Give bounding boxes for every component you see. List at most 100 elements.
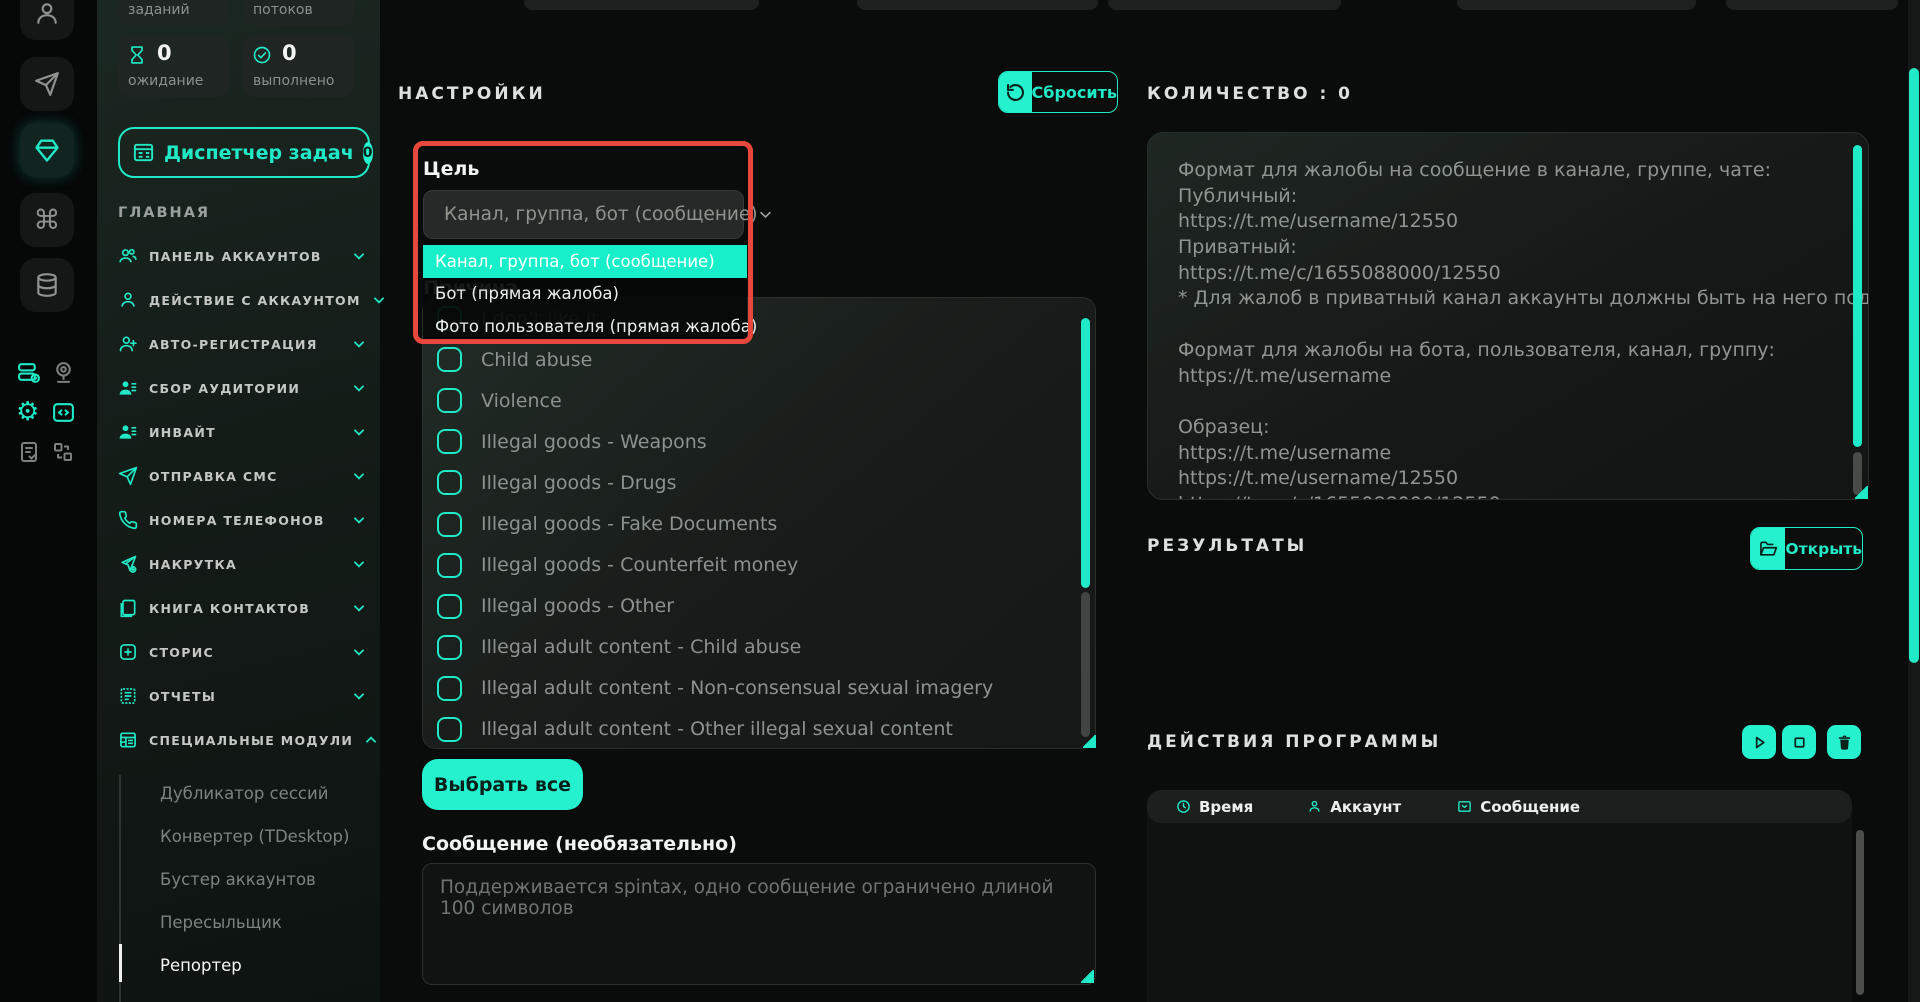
doc-check-icon[interactable]: [17, 440, 41, 464]
chevron-down-icon: [352, 337, 366, 351]
trash-icon: [1836, 734, 1853, 751]
clear-log-button[interactable]: [1827, 725, 1861, 759]
sidebar-item-auto-registration[interactable]: АВТО-РЕГИСТРАЦИЯ: [118, 322, 366, 366]
stat-card-tasks: заданий: [118, 0, 229, 26]
reason-row: Illegal goods - Fake Documents: [423, 503, 1095, 544]
target-dropdown: Канал, группа, бот (сообщение) Бот (прям…: [423, 245, 747, 343]
task-grid-icon: [132, 141, 155, 164]
stat-value: 0: [157, 41, 172, 65]
command-icon: ⌘: [34, 205, 61, 236]
checkbox[interactable]: [437, 676, 462, 701]
chevron-down-icon: [352, 513, 366, 527]
submenu-item-forwarder[interactable]: Пересыльщик: [118, 901, 368, 944]
chevron-down-icon: [352, 425, 366, 439]
open-results-button[interactable]: Открыть: [1750, 527, 1863, 570]
submenu-item-reporter[interactable]: Репортер: [118, 944, 368, 987]
reset-button[interactable]: Сбросить: [998, 71, 1118, 113]
sidebar-item-accounts-panel[interactable]: ПАНЕЛЬ АККАУНТОВ: [118, 234, 366, 278]
swap-icon[interactable]: [51, 440, 75, 464]
clock-icon: [1176, 799, 1191, 814]
sidebar-item-account-action[interactable]: ДЕЙСТВИЕ С АККАУНТОМ: [118, 278, 366, 322]
sidebar-item-reports[interactable]: ОТЧЕТЫ: [118, 674, 366, 718]
premium-nav-button[interactable]: [20, 123, 74, 177]
command-nav-button[interactable]: ⌘: [20, 193, 74, 247]
cutoff-tab: [1108, 0, 1341, 10]
stat-card-label: заданий: [128, 2, 190, 18]
stat-value: 0: [282, 41, 297, 65]
reason-row: Illegal goods - Weapons: [423, 421, 1095, 462]
checkbox[interactable]: [437, 429, 462, 454]
target-label: Цель: [423, 158, 479, 180]
modules-icon: [118, 730, 138, 750]
cutoff-tab: [1457, 0, 1696, 10]
sidebar-item-send-sms[interactable]: ОТПРАВКА СМС: [118, 454, 366, 498]
sidebar-item-phone-numbers[interactable]: НОМЕРА ТЕЛЕФОНОВ: [118, 498, 366, 542]
dropdown-option[interactable]: Бот (прямая жалоба): [423, 278, 747, 311]
page-scrollbar-thumb[interactable]: [1909, 68, 1919, 663]
select-all-button[interactable]: Выбрать все: [422, 759, 583, 810]
submenu-item-session-duplicator[interactable]: Дубликатор сессий: [118, 772, 368, 815]
sender-nav-button[interactable]: [20, 57, 74, 111]
dropdown-option[interactable]: Канал, группа, бот (сообщение): [423, 245, 747, 278]
mail-icon: [1457, 799, 1472, 814]
diamond-icon: [33, 136, 61, 164]
checkbox[interactable]: [437, 594, 462, 619]
reason-row: Child abuse: [423, 339, 1095, 380]
sidebar-item-invite[interactable]: ИНВАЙТ: [118, 410, 366, 454]
message-input[interactable]: [423, 864, 1095, 984]
chevron-down-icon: [352, 601, 366, 615]
code-window-icon[interactable]: [51, 400, 76, 425]
report-icon: [118, 686, 138, 706]
database-nav-button[interactable]: [20, 258, 74, 312]
info-box-scrollbar-thumb[interactable]: [1853, 145, 1862, 447]
sidebar-item-special-modules[interactable]: СПЕЦИАЛЬНЫЕ МОДУЛИ: [118, 718, 366, 762]
target-select[interactable]: Канал, группа, бот (сообщение): [423, 190, 744, 239]
stop-icon: [1791, 734, 1808, 751]
task-manager-button[interactable]: Диспетчер задач 0: [118, 127, 370, 178]
checkbox[interactable]: [437, 388, 462, 413]
checkbox[interactable]: [437, 717, 462, 742]
message-resize-grip[interactable]: [1081, 970, 1094, 983]
user-icon: [34, 0, 60, 26]
checkbox[interactable]: [437, 635, 462, 660]
user-cam-icon[interactable]: [51, 360, 76, 385]
checkbox[interactable]: [437, 553, 462, 578]
icon-rail: ⌘ ⚙: [0, 0, 97, 1002]
send-icon: [118, 466, 138, 486]
sidebar-item-stories[interactable]: СТОРИС: [118, 630, 366, 674]
dropdown-option[interactable]: Фото пользователя (прямая жалоба): [423, 310, 747, 343]
start-button[interactable]: [1742, 725, 1776, 759]
reason-list-resize-grip[interactable]: [1083, 735, 1096, 748]
checkbox[interactable]: [437, 347, 462, 372]
submenu-item-converter[interactable]: Конвертер (TDesktop): [118, 815, 368, 858]
user-icon: [1307, 799, 1322, 814]
server-check-icon[interactable]: [16, 360, 41, 385]
count-title: КОЛИЧЕСТВО : 0: [1147, 84, 1353, 104]
cutoff-tab: [1726, 0, 1898, 10]
stat-card-label: ожидание: [128, 73, 203, 89]
log-table-scrollbar-thumb[interactable]: [1856, 830, 1864, 995]
chevron-down-icon: [352, 557, 366, 571]
log-table-header: Время Аккаунт Сообщение: [1147, 790, 1852, 823]
plus-square-icon: [118, 642, 138, 662]
reason-row: Illegal goods - Drugs: [423, 462, 1095, 503]
sidebar-item-contact-book[interactable]: КНИГА КОНТАКТОВ: [118, 586, 366, 630]
gear-icon[interactable]: ⚙: [16, 399, 39, 425]
reason-list: I don't like it Child abuse Violence Ill…: [422, 297, 1096, 749]
reason-list-scrollbar-thumb[interactable]: [1081, 318, 1090, 588]
submenu-item-account-booster[interactable]: Бустер аккаунтов: [118, 858, 368, 901]
sidebar-menu: ПАНЕЛЬ АККАУНТОВ ДЕЙСТВИЕ С АККАУНТОМ АВ…: [118, 234, 366, 762]
profile-nav-button[interactable]: [20, 0, 74, 40]
chevron-up-icon: [364, 733, 378, 747]
user-list-icon: [118, 422, 138, 442]
checkbox[interactable]: [437, 512, 462, 537]
sidebar-item-audience-collection[interactable]: СБОР АУДИТОРИИ: [118, 366, 366, 410]
checkbox[interactable]: [437, 470, 462, 495]
info-box-resize-grip[interactable]: [1855, 486, 1868, 499]
stop-button[interactable]: [1782, 725, 1816, 759]
message-box: [422, 863, 1096, 985]
stat-card-label: потоков: [253, 2, 313, 18]
reason-list-scrollbar-track[interactable]: [1081, 592, 1090, 737]
sidebar-item-boosting[interactable]: НАКРУТКА: [118, 542, 366, 586]
program-actions-title: ДЕЙСТВИЯ ПРОГРАММЫ: [1147, 732, 1441, 752]
